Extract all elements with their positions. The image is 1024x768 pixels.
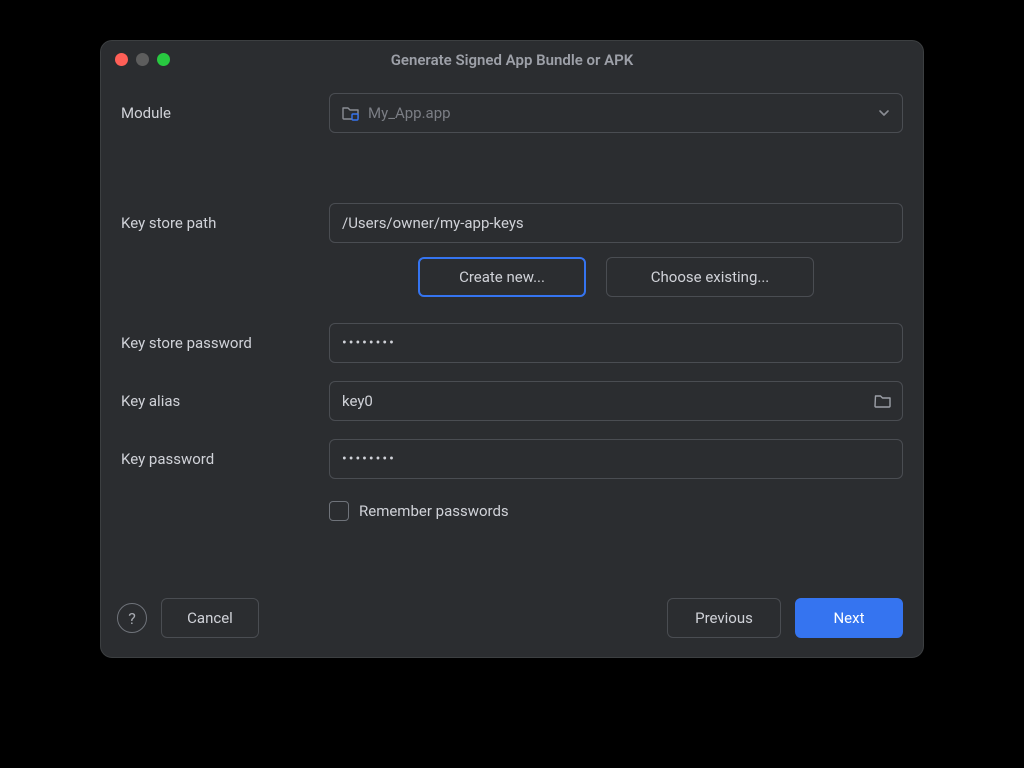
key-password-value: ••••••••: [342, 451, 396, 467]
cancel-button[interactable]: Cancel: [161, 598, 259, 638]
dialog-title: Generate Signed App Bundle or APK: [391, 51, 634, 69]
key-store-path-value: /Users/owner/my-app-keys: [342, 214, 524, 232]
key-store-path-label: Key store path: [121, 214, 329, 232]
choose-existing-button[interactable]: Choose existing...: [606, 257, 814, 297]
signing-dialog: Generate Signed App Bundle or APK Module…: [100, 40, 924, 658]
key-password-input[interactable]: ••••••••: [329, 439, 903, 479]
key-alias-input[interactable]: key0: [329, 381, 903, 421]
module-select[interactable]: My_App.app: [329, 93, 903, 133]
next-button[interactable]: Next: [795, 598, 903, 638]
key-store-password-input[interactable]: ••••••••: [329, 323, 903, 363]
minimize-window-button[interactable]: [136, 53, 149, 66]
titlebar: Generate Signed App Bundle or APK: [101, 41, 923, 79]
dialog-footer: ? Cancel Previous Next: [101, 585, 923, 657]
module-value: My_App.app: [368, 104, 451, 122]
remember-passwords-checkbox[interactable]: [329, 501, 349, 521]
key-password-label: Key password: [121, 450, 329, 468]
chevron-down-icon: [878, 107, 890, 119]
window-controls: [115, 53, 170, 66]
key-alias-value: key0: [342, 392, 373, 410]
remember-passwords-label: Remember passwords: [359, 502, 509, 520]
help-button[interactable]: ?: [117, 603, 147, 633]
zoom-window-button[interactable]: [157, 53, 170, 66]
dialog-body: Module My_App.app Key s: [101, 79, 923, 585]
browse-alias-button[interactable]: [874, 394, 892, 409]
close-window-button[interactable]: [115, 53, 128, 66]
previous-button[interactable]: Previous: [667, 598, 781, 638]
module-label: Module: [121, 104, 329, 122]
key-store-password-label: Key store password: [121, 334, 329, 352]
module-folder-icon: [342, 105, 360, 121]
key-store-path-input[interactable]: /Users/owner/my-app-keys: [329, 203, 903, 243]
key-alias-label: Key alias: [121, 392, 329, 410]
key-store-password-value: ••••••••: [342, 335, 396, 351]
create-new-button[interactable]: Create new...: [418, 257, 586, 297]
